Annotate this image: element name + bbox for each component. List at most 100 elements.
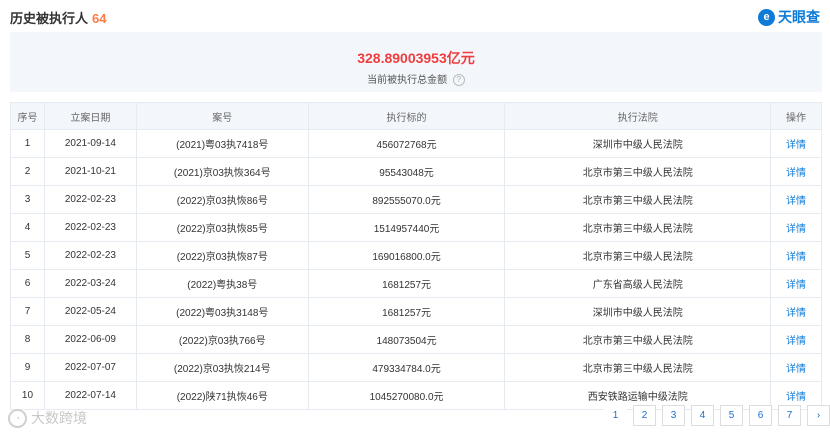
execution-amount: 169016800.0元 — [307, 241, 506, 270]
execution-amount: 95543048元 — [307, 157, 506, 186]
column-header: 操作 — [770, 102, 822, 130]
details-link[interactable]: 详情 — [770, 325, 822, 354]
watermark-text: 大数跨境 — [31, 410, 87, 426]
tianyancha-logo-icon: e — [758, 8, 775, 26]
total-amount-label: 当前被执行总金额 ? — [10, 71, 822, 87]
case-number: (2022)京03执恢86号 — [135, 185, 309, 214]
execution-amount: 479334784.0元 — [307, 353, 506, 382]
row-index: 5 — [10, 241, 45, 270]
total-amount-value: 328.89003953 — [357, 50, 447, 66]
case-number: (2022)陕71执恢46号 — [135, 381, 309, 410]
row-index: 10 — [10, 381, 45, 410]
column-header: 立案日期 — [43, 102, 137, 130]
court-name: 北京市第三中级人民法院 — [504, 185, 772, 214]
total-amount: 328.89003953亿元 — [10, 48, 822, 68]
execution-amount: 892555070.0元 — [307, 185, 506, 214]
row-index: 4 — [10, 213, 45, 242]
table-row: 8 2022-06-09 (2022)京03执766号 148073504元 北京市第三… — [10, 325, 822, 354]
dashuju-logo-icon: ◔ — [8, 408, 27, 428]
details-link[interactable]: 详情 — [770, 297, 822, 326]
court-name: 北京市第三中级人民法院 — [504, 353, 772, 382]
column-header: 案号 — [135, 102, 309, 130]
table-row: 6 2022-03-24 (2022)粤执38号 1681257元 广东省高级人民法院详… — [10, 269, 822, 298]
case-number: (2022)京03执恢85号 — [135, 213, 309, 242]
execution-amount: 456072768元 — [307, 129, 506, 158]
section-header: 历史被执行人 64 e 天眼查 — [10, 8, 820, 28]
page-button-7[interactable]: 7 — [778, 405, 801, 426]
filing-date: 2022-03-24 — [43, 269, 137, 298]
filing-date: 2022-06-09 — [43, 325, 137, 354]
page-button-1[interactable]: 1 — [604, 405, 627, 426]
row-index: 3 — [10, 185, 45, 214]
filing-date: 2022-02-23 — [43, 213, 137, 242]
details-link[interactable]: 详情 — [770, 213, 822, 242]
total-amount-label-text: 当前被执行总金额 — [367, 75, 448, 86]
table-row: 4 2022-02-23 (2022)京03执恢85号 1514957440元 北京市第… — [10, 213, 822, 242]
table-row: 5 2022-02-23 (2022)京03执恢87号 169016800.0元 北京市… — [10, 241, 822, 270]
row-index: 7 — [10, 297, 45, 326]
case-number: (2021)粤03执7418号 — [135, 129, 309, 158]
court-name: 深圳市中级人民法院 — [504, 129, 772, 158]
execution-amount: 1045270080.0元 — [307, 381, 506, 410]
help-icon[interactable]: ? — [452, 74, 465, 87]
court-name: 深圳市中级人民法院 — [504, 297, 772, 326]
case-number: (2021)京03执恢364号 — [135, 157, 309, 186]
page-button-5[interactable]: 5 — [720, 405, 743, 426]
column-header: 执行法院 — [504, 102, 772, 130]
details-link[interactable]: 详情 — [770, 185, 822, 214]
table-row: 3 2022-02-23 (2022)京03执恢86号 892555070.0元 北京市… — [10, 185, 822, 214]
record-count: 64 — [92, 11, 107, 26]
tianyancha-logo[interactable]: e 天眼查 — [758, 7, 820, 27]
case-number: (2022)京03执766号 — [135, 325, 309, 354]
column-header: 序号 — [10, 102, 45, 130]
execution-amount: 1514957440元 — [307, 213, 506, 242]
row-index: 8 — [10, 325, 45, 354]
pagination: 1 2 3 4 5 6 7 › — [604, 405, 830, 426]
execution-amount: 1681257元 — [307, 297, 506, 326]
details-link[interactable]: 详情 — [770, 129, 822, 158]
filing-date: 2021-09-14 — [43, 129, 137, 158]
table-row: 1 2021-09-14 (2021)粤03执7418号 456072768元 深圳市中… — [10, 129, 822, 158]
filing-date: 2022-05-24 — [43, 297, 137, 326]
page-button-2[interactable]: 2 — [633, 405, 656, 426]
case-number: (2022)京03执恢87号 — [135, 241, 309, 270]
details-link[interactable]: 详情 — [770, 353, 822, 382]
filing-date: 2022-07-07 — [43, 353, 137, 382]
filing-date: 2022-02-23 — [43, 185, 137, 214]
page-button-6[interactable]: 6 — [749, 405, 772, 426]
section-title-text: 历史被执行人 — [10, 11, 89, 26]
table-header-row: 序号 立案日期 案号 执行标的 执行法院 操作 — [10, 102, 822, 130]
details-link[interactable]: 详情 — [770, 241, 822, 270]
table-row: 9 2022-07-07 (2022)京03执恢214号 479334784.0元 北京… — [10, 353, 822, 382]
next-page-icon[interactable]: › — [807, 405, 830, 426]
watermark: ◔ 大数跨境 — [8, 408, 87, 428]
row-index: 2 — [10, 157, 45, 186]
page-button-4[interactable]: 4 — [691, 405, 714, 426]
case-number: (2022)粤03执3148号 — [135, 297, 309, 326]
court-name: 北京市第三中级人民法院 — [504, 241, 772, 270]
court-name: 北京市第三中级人民法院 — [504, 325, 772, 354]
table-row: 7 2022-05-24 (2022)粤03执3148号 1681257元 深圳市中级人… — [10, 297, 822, 326]
details-link[interactable]: 详情 — [770, 269, 822, 298]
execution-amount: 148073504元 — [307, 325, 506, 354]
brand-name: 天眼查 — [778, 9, 820, 25]
page-button-3[interactable]: 3 — [662, 405, 685, 426]
total-amount-unit: 亿元 — [446, 50, 475, 66]
court-name: 广东省高级人民法院 — [504, 269, 772, 298]
column-header: 执行标的 — [307, 102, 506, 130]
details-link[interactable]: 详情 — [770, 157, 822, 186]
court-name: 北京市第三中级人民法院 — [504, 157, 772, 186]
table-row: 2 2021-10-21 (2021)京03执恢364号 95543048元 北京市第三… — [10, 157, 822, 186]
row-index: 6 — [10, 269, 45, 298]
row-index: 1 — [10, 129, 45, 158]
case-number: (2022)粤执38号 — [135, 269, 309, 298]
filing-date: 2022-07-14 — [43, 381, 137, 410]
execution-table: 序号 立案日期 案号 执行标的 执行法院 操作 1 2021-09-14 (2021)粤03执… — [10, 102, 822, 410]
section-title: 历史被执行人 64 — [10, 11, 106, 26]
row-index: 9 — [10, 353, 45, 382]
summary-panel: 328.89003953亿元 当前被执行总金额 ? — [10, 32, 822, 92]
filing-date: 2022-02-23 — [43, 241, 137, 270]
case-number: (2022)京03执恢214号 — [135, 353, 309, 382]
court-name: 北京市第三中级人民法院 — [504, 213, 772, 242]
execution-amount: 1681257元 — [307, 269, 506, 298]
